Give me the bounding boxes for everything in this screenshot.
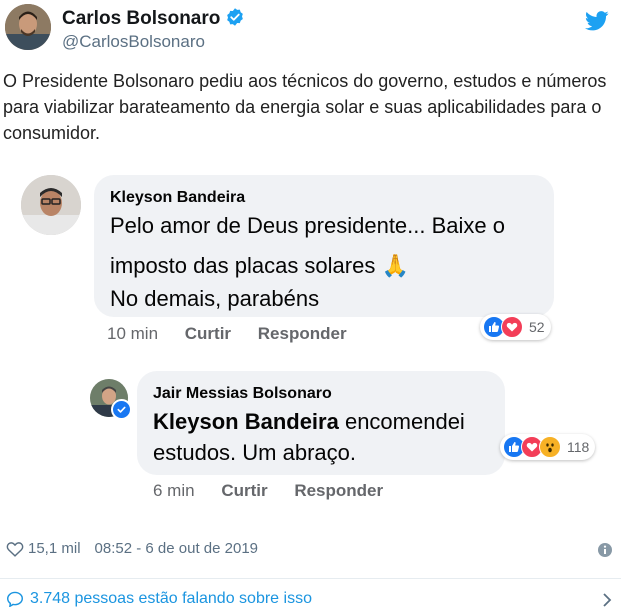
conversation-text[interactable]: 3.748 pessoas estão falando sobre isso: [30, 590, 312, 608]
verified-badge-icon: [227, 8, 244, 26]
reply-line-text: encomendei: [338, 409, 465, 434]
reply-actions: 6 min Curtir Responder: [153, 481, 383, 501]
tweet-text: O Presidente Bolsonaro pediu aos técnico…: [3, 71, 607, 143]
like-count[interactable]: 15,1 mil: [28, 540, 81, 557]
commenter-avatar[interactable]: [21, 175, 81, 235]
comment-bubble-icon: [6, 591, 24, 607]
author-handle[interactable]: @CarlosBolsonaro: [62, 32, 205, 52]
comment-author[interactable]: Kleyson Bandeira: [110, 189, 245, 207]
tweet-meta: 15,1 mil 08:52 - 6 de out de 2019: [6, 540, 258, 557]
conversation-link[interactable]: 3.748 pessoas estão falando sobre isso: [6, 590, 312, 608]
like-button[interactable]: Curtir: [221, 481, 267, 500]
love-icon: [501, 316, 523, 338]
comment-actions: 10 min Curtir Responder: [107, 324, 347, 344]
verified-page-badge-icon: [111, 399, 132, 420]
reaction-summary[interactable]: 118: [500, 434, 596, 460]
reaction-count: 52: [529, 319, 545, 335]
reaction-count: 118: [567, 439, 590, 455]
info-icon[interactable]: [597, 542, 613, 558]
reply-button[interactable]: Responder: [258, 324, 347, 343]
reply-bubble: Jair Messias Bolsonaro Kleyson Bandeira …: [137, 371, 505, 475]
comment-bubble: Kleyson Bandeira Pelo amor de Deus presi…: [94, 175, 554, 317]
like-button[interactable]: Curtir: [185, 324, 231, 343]
comment-line: Pelo amor de Deus presidente... Baixe o: [110, 213, 506, 238]
twitter-bird-icon[interactable]: [585, 10, 609, 32]
reply-line: estudos. Um abraço.: [153, 440, 356, 465]
author-name[interactable]: Carlos Bolsonaro: [62, 7, 245, 30]
reply-mention[interactable]: Kleyson Bandeira: [153, 409, 339, 434]
author-avatar[interactable]: [5, 4, 51, 50]
wow-icon: [539, 436, 561, 458]
author-name-text[interactable]: Carlos Bolsonaro: [62, 8, 220, 29]
reply-time: 6 min: [153, 481, 195, 500]
reply-author[interactable]: Jair Messias Bolsonaro: [153, 385, 332, 403]
reply-button[interactable]: Responder: [294, 481, 383, 500]
reply-line: Kleyson Bandeira encomendei: [153, 404, 465, 439]
reaction-summary[interactable]: 52: [480, 314, 551, 340]
comment-line: No demais, parabéns: [110, 286, 320, 311]
chevron-right-icon[interactable]: [601, 592, 613, 608]
tweet-timestamp[interactable]: 08:52 - 6 de out de 2019: [95, 540, 258, 557]
heart-icon[interactable]: [6, 541, 24, 557]
comment-time: 10 min: [107, 324, 159, 343]
divider: [0, 578, 621, 579]
comment-line: imposto das placas solares 🙏: [110, 253, 409, 278]
